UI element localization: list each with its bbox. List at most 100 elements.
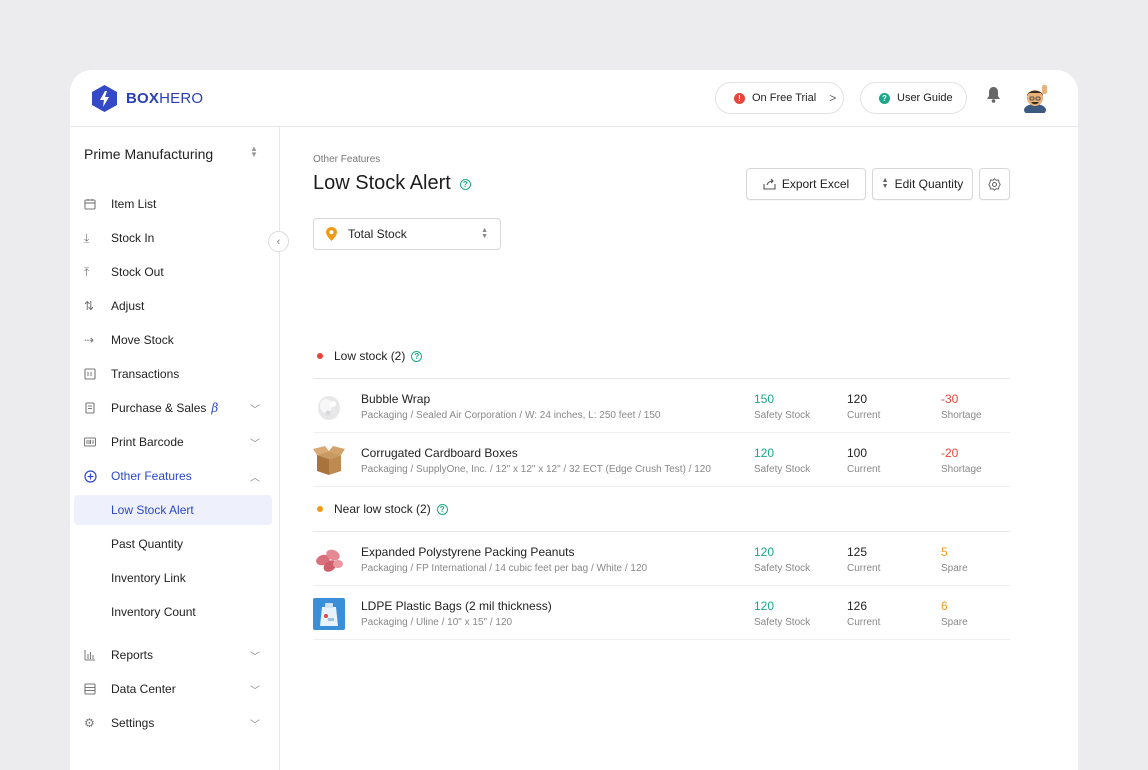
gear-icon	[988, 177, 1001, 191]
sidebar-item-item-list[interactable]: Item List	[74, 189, 272, 219]
breadcrumb[interactable]: Other Features	[313, 154, 380, 165]
sidebar-item-adjust[interactable]: ⇅ Adjust	[74, 291, 272, 321]
chevron-down-icon: ﹀	[250, 719, 260, 731]
item-meta: Packaging / FP International / 14 cubic …	[361, 563, 648, 574]
bar-chart-icon	[74, 649, 106, 661]
sidebar-item-label: Settings	[111, 716, 155, 730]
plastic-bags-thumbnail	[313, 598, 345, 630]
low-stock-section-header: Low stock (2) ?	[313, 346, 423, 366]
select-arrows-icon: ▲ ▼	[481, 227, 488, 240]
edit-quantity-label: Edit Quantity	[894, 177, 964, 191]
sidebar-item-label: Low Stock Alert	[111, 503, 194, 517]
location-select[interactable]: Total Stock ▲ ▼	[313, 218, 501, 250]
user-guide-button[interactable]: ? User Guide	[860, 82, 967, 114]
edit-quantity-button[interactable]: ▲ ▼ Edit Quantity	[872, 168, 973, 200]
bell-icon[interactable]	[986, 86, 1001, 103]
red-dot-icon	[317, 353, 323, 359]
spare-cell: 5 Spare	[941, 545, 968, 574]
main-content: Other Features Low Stock Alert ? Export …	[281, 127, 1078, 770]
question-icon: ?	[879, 92, 890, 104]
near-low-stock-section-header: Near low stock (2) ?	[313, 499, 448, 519]
safety-stock-cell: 150 Safety Stock	[754, 392, 811, 421]
shortage-cell: -30 Shortage	[941, 392, 982, 421]
item-name: Expanded Polystyrene Packing Peanuts	[361, 545, 575, 559]
sidebar-item-label: Move Stock	[111, 333, 174, 347]
chevron-down-icon: ﹀	[250, 651, 260, 663]
item-name: Corrugated Cardboard Boxes	[361, 446, 518, 460]
shortage-cell: -20 Shortage	[941, 446, 982, 475]
table-row[interactable]: Expanded Polystyrene Packing Peanuts Pac…	[313, 532, 1010, 586]
calendar-icon	[74, 198, 106, 210]
arrow-right-icon: ⇢	[84, 333, 95, 347]
user-guide-label: User Guide	[897, 92, 953, 104]
table-row[interactable]: Bubble Wrap Packaging / Sealed Air Corpo…	[313, 379, 1010, 433]
current-stock-cell: 100 Current	[847, 446, 881, 475]
sidebar-item-label: Transactions	[111, 367, 180, 381]
sidebar-item-label: Print Barcode	[111, 435, 184, 449]
help-icon[interactable]: ?	[436, 503, 448, 515]
chevron-down-icon: ﹀	[250, 404, 260, 416]
free-trial-button[interactable]: ! On Free Trial >	[715, 82, 844, 114]
table-row[interactable]: LDPE Plastic Bags (2 mil thickness) Pack…	[313, 586, 1010, 640]
ledger-icon	[74, 368, 106, 380]
sidebar-item-label: Data Center	[111, 682, 176, 696]
location-pin-icon	[326, 227, 337, 241]
help-icon[interactable]: ?	[411, 350, 423, 362]
sidebar-item-data-center[interactable]: Data Center ﹀	[74, 674, 272, 704]
boxhero-logo[interactable]: BOXHERO	[92, 85, 203, 112]
company-name: Prime Manufacturing	[84, 146, 214, 162]
sidebar-item-inventory-count[interactable]: Inventory Count	[74, 597, 272, 627]
sidebar-item-purchase-sales[interactable]: Purchase & Sales β ﹀	[74, 393, 272, 423]
low-stock-title: Low stock (2)	[334, 349, 406, 363]
export-excel-button[interactable]: Export Excel	[746, 168, 866, 200]
app-window: BOXHERO ! On Free Trial > ? User Guide P…	[70, 70, 1078, 770]
document-icon	[74, 402, 106, 414]
item-meta: Packaging / SupplyOne, Inc. / 12" x 12" …	[361, 464, 711, 475]
current-stock-cell: 126 Current	[847, 599, 881, 628]
sidebar-item-past-quantity[interactable]: Past Quantity	[74, 529, 272, 559]
top-bar: BOXHERO ! On Free Trial > ? User Guide	[70, 70, 1078, 127]
avatar[interactable]	[1021, 83, 1049, 113]
sidebar-item-label: Stock Out	[111, 265, 164, 279]
free-trial-label: On Free Trial	[752, 92, 817, 104]
location-value: Total Stock	[348, 227, 407, 241]
arrow-down-icon: ⤓	[84, 230, 90, 245]
sidebar-item-low-stock-alert[interactable]: Low Stock Alert	[74, 495, 272, 525]
sidebar-item-label: Other Features	[111, 469, 192, 483]
sidebar-item-print-barcode[interactable]: Print Barcode ﹀	[74, 427, 272, 457]
page-title: Low Stock Alert ?	[313, 172, 471, 195]
sidebar-item-transactions[interactable]: Transactions	[74, 359, 272, 389]
item-name: Bubble Wrap	[361, 392, 431, 406]
export-excel-label: Export Excel	[781, 177, 850, 191]
sidebar: Prime Manufacturing ▲ ▼ ‹ Item List ⤓ Sto…	[70, 127, 289, 770]
sidebar-item-label: Inventory Count	[111, 605, 196, 619]
item-meta: Packaging / Sealed Air Corporation / W: …	[361, 410, 661, 421]
sidebar-item-other-features[interactable]: Other Features ︿	[74, 461, 272, 491]
help-icon[interactable]: ?	[459, 179, 471, 190]
near-low-stock-title: Near low stock (2)	[334, 502, 431, 516]
sidebar-item-stock-in[interactable]: ⤓ Stock In	[74, 223, 272, 253]
database-icon	[74, 683, 106, 695]
sidebar-item-label: Purchase & Sales β	[111, 401, 219, 415]
chevron-right-icon: >	[829, 91, 837, 105]
item-name: LDPE Plastic Bags (2 mil thickness)	[361, 599, 552, 613]
table-row[interactable]: Corrugated Cardboard Boxes Packaging / S…	[313, 433, 1010, 487]
bubble-wrap-thumbnail	[318, 396, 340, 420]
sort-icon: ▲ ▼	[881, 177, 889, 190]
brand-name: BOXHERO	[126, 90, 204, 107]
packing-peanuts-thumbnail	[316, 549, 343, 572]
collapse-sidebar-button[interactable]: ‹	[268, 231, 289, 252]
sidebar-item-label: Inventory Link	[111, 571, 186, 585]
company-switch-icon[interactable]: ▲ ▼	[250, 145, 258, 159]
sidebar-item-settings[interactable]: ⚙ Settings ﹀	[74, 708, 272, 738]
sidebar-item-reports[interactable]: Reports ﹀	[74, 640, 272, 670]
sidebar-item-move-stock[interactable]: ⇢ Move Stock	[74, 325, 272, 355]
sidebar-item-inventory-link[interactable]: Inventory Link	[74, 563, 272, 593]
settings-button[interactable]	[979, 168, 1010, 200]
beta-badge: β	[211, 401, 219, 415]
safety-stock-cell: 120 Safety Stock	[754, 599, 811, 628]
chevron-up-icon: ︿	[250, 472, 260, 484]
sidebar-item-stock-out[interactable]: ⤒ Stock Out	[74, 257, 272, 287]
sidebar-item-label: Reports	[111, 648, 154, 662]
orange-dot-icon	[317, 506, 323, 512]
